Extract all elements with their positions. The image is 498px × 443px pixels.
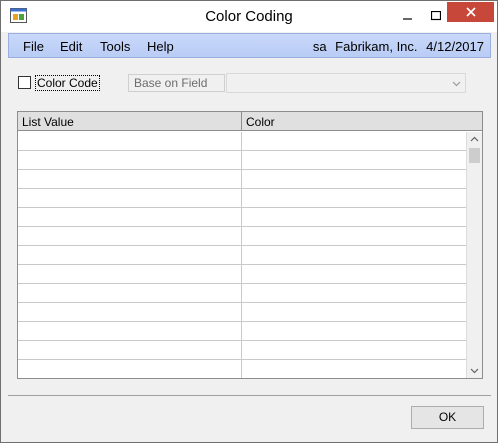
table-row[interactable] <box>18 246 466 265</box>
cell-divider <box>241 322 242 341</box>
table-row[interactable] <box>18 322 466 341</box>
cell-divider <box>241 151 242 170</box>
table-row[interactable] <box>18 284 466 303</box>
minimize-icon <box>403 18 412 20</box>
cell-divider <box>241 189 242 208</box>
table-row[interactable] <box>18 132 466 151</box>
grid-rows <box>18 132 466 378</box>
user-date: 4/12/2017 <box>426 39 484 54</box>
column-header-list-value: List Value <box>22 115 74 129</box>
close-button[interactable] <box>447 2 494 22</box>
menu-tools[interactable]: Tools <box>100 39 130 54</box>
cell-divider <box>241 360 242 378</box>
ok-button[interactable]: OK <box>411 406 484 429</box>
cell-divider <box>241 303 242 322</box>
color-code-label[interactable]: Color Code <box>35 75 100 91</box>
cell-divider <box>241 246 242 265</box>
cell-divider <box>241 132 242 151</box>
base-on-field-label: Base on Field <box>128 74 225 92</box>
cell-divider <box>241 284 242 303</box>
footer-divider <box>8 395 491 396</box>
table-row[interactable] <box>18 208 466 227</box>
title-bar[interactable]: Color Coding <box>1 1 497 32</box>
grid-header: List Value Color <box>18 112 482 131</box>
chevron-down-icon <box>452 81 461 87</box>
cell-divider <box>241 341 242 360</box>
table-row[interactable] <box>18 189 466 208</box>
cell-divider <box>241 227 242 246</box>
grid-vertical-scrollbar[interactable] <box>466 132 482 378</box>
color-code-checkbox[interactable] <box>18 76 31 89</box>
user-name: sa <box>312 39 327 54</box>
cell-divider <box>241 265 242 284</box>
table-row[interactable] <box>18 360 466 378</box>
column-divider <box>241 112 242 131</box>
table-row[interactable] <box>18 265 466 284</box>
column-header-color: Color <box>246 115 275 129</box>
maximize-icon <box>431 11 441 21</box>
close-icon <box>465 7 476 17</box>
user-info: sa Fabrikam, Inc. 4/12/2017 <box>308 39 484 54</box>
menu-file[interactable]: File <box>23 39 44 54</box>
menu-help[interactable]: Help <box>147 39 174 54</box>
table-row[interactable] <box>18 303 466 322</box>
scroll-up-icon[interactable] <box>470 135 479 144</box>
cell-divider <box>241 208 242 227</box>
table-row[interactable] <box>18 170 466 189</box>
base-on-field-select[interactable] <box>226 73 466 93</box>
minimize-button[interactable] <box>393 2 423 30</box>
table-row[interactable] <box>18 341 466 360</box>
company-name: Fabrikam, Inc. <box>335 39 418 54</box>
scroll-thumb[interactable] <box>469 148 480 163</box>
scroll-down-icon[interactable] <box>470 366 479 375</box>
color-coding-window: Color Coding File Edit Tools Help sa Fab… <box>0 0 498 443</box>
table-row[interactable] <box>18 227 466 246</box>
table-row[interactable] <box>18 151 466 170</box>
menu-edit[interactable]: Edit <box>60 39 82 54</box>
cell-divider <box>241 170 242 189</box>
color-coding-grid: List Value Color <box>17 111 483 379</box>
menu-bar: File Edit Tools Help sa Fabrikam, Inc. 4… <box>8 33 491 58</box>
